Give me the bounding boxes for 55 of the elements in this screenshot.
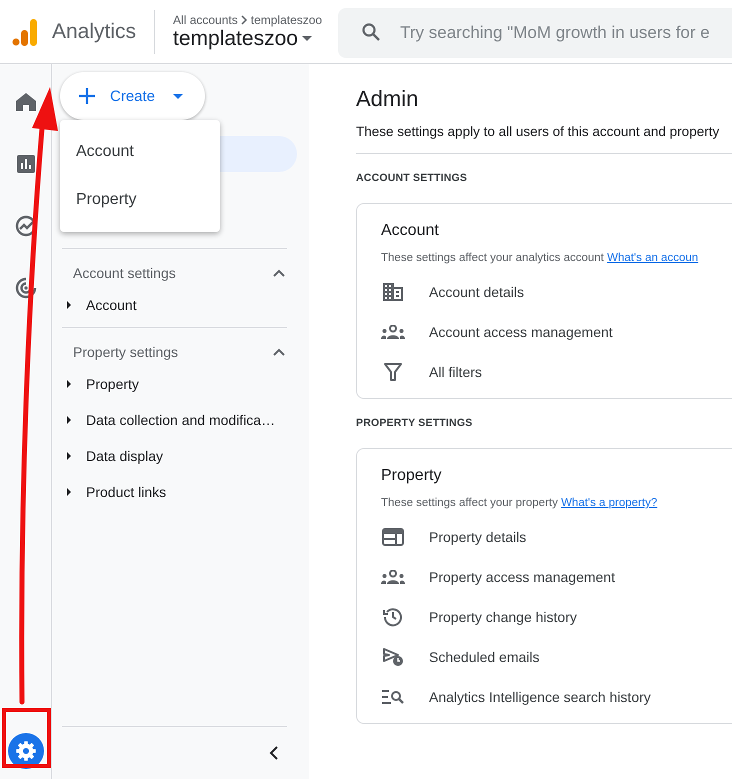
list-search-icon	[382, 689, 404, 705]
settings-link[interactable]: Account details	[429, 284, 524, 300]
search-field[interactable]: Try searching "MoM growth in users for e	[338, 8, 732, 58]
page-title: Admin	[356, 86, 420, 112]
section-title: Account settings	[73, 265, 176, 281]
menu-item[interactable]: Account	[60, 128, 220, 176]
settings-link[interactable]: Property access management	[429, 569, 615, 585]
help-link[interactable]: What's a property?	[561, 497, 658, 509]
settings-link[interactable]: All filters	[429, 364, 482, 380]
nav-item[interactable]: Property	[62, 366, 287, 402]
expand-arrow-icon[interactable]	[66, 380, 72, 388]
chevron-right-icon	[240, 14, 248, 24]
settings-link[interactable]: Property details	[429, 529, 526, 545]
people-icon	[381, 325, 405, 339]
chevron-up-icon[interactable]	[273, 269, 285, 277]
card-title: Property	[381, 467, 442, 485]
expand-arrow-icon[interactable]	[66, 301, 72, 309]
card-title: Account	[381, 222, 440, 240]
history-icon	[383, 607, 403, 627]
product-name: Analytics	[52, 10, 156, 54]
help-link[interactable]: What's an accoun	[607, 252, 698, 264]
filter-icon	[384, 363, 402, 381]
card-description: These settings affect your analytics account What's an accoun	[381, 252, 700, 264]
account-selector[interactable]: templateszoo	[173, 26, 322, 50]
nav-item[interactable]: Data display	[62, 438, 287, 474]
nav-item[interactable]: Product links	[62, 474, 287, 510]
logo-icon	[12, 18, 38, 46]
building-icon	[383, 283, 403, 301]
breadcrumb-link[interactable]: All accounts	[173, 12, 238, 26]
settings-link[interactable]: Account access management	[429, 324, 613, 340]
nav-item[interactable]: Data collection and modifica…	[62, 402, 287, 438]
page-subtitle: These settings apply to all users of this account and property	[356, 124, 732, 154]
chevron-up-icon[interactable]	[273, 348, 285, 356]
people-icon	[381, 570, 405, 584]
settings-link[interactable]: Scheduled emails	[429, 649, 540, 665]
section-title: Property settings	[73, 344, 178, 360]
settings-link[interactable]: Analytics Intelligence search history	[429, 689, 651, 705]
plus-icon	[78, 87, 96, 105]
caret-icon	[302, 36, 312, 41]
expand-arrow-icon[interactable]	[66, 416, 72, 424]
create-button[interactable]: Create	[60, 72, 205, 120]
caret-icon	[173, 94, 184, 98]
section-heading: PROPERTY SETTINGS	[356, 417, 474, 429]
section-heading: ACCOUNT SETTINGS	[356, 172, 468, 184]
menu-item[interactable]: Property	[60, 176, 220, 224]
expand-arrow-icon[interactable]	[66, 452, 72, 460]
breadcrumb-current: templateszoo	[250, 12, 322, 26]
window-icon	[382, 528, 404, 546]
send-clock-icon	[382, 647, 404, 667]
card-description: These settings affect your property What's a property?	[381, 497, 658, 509]
chevron-left-icon[interactable]	[269, 746, 279, 760]
settings-link[interactable]: Property change history	[429, 609, 577, 625]
highlight-frame	[2, 708, 51, 768]
nav-item[interactable]: Account	[62, 287, 287, 323]
expand-arrow-icon[interactable]	[66, 488, 72, 496]
